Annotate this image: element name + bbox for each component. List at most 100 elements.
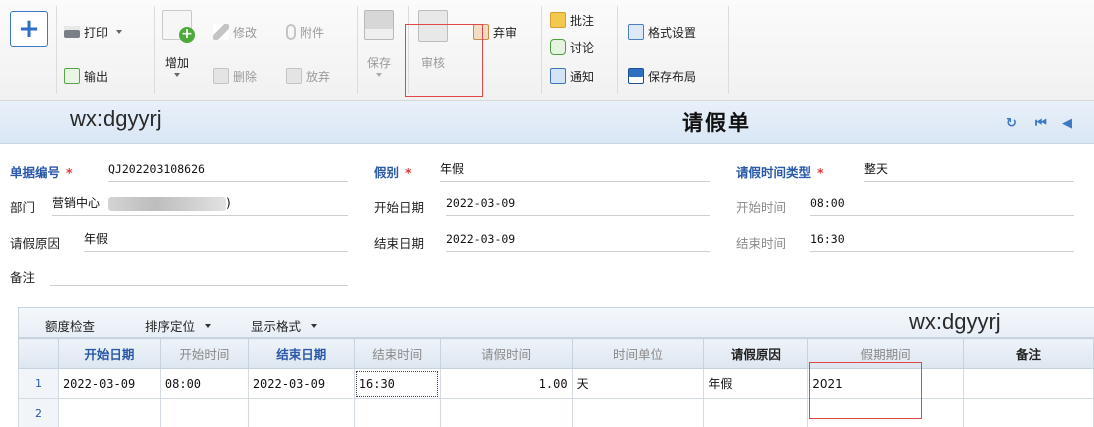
add-doc-icon: + <box>162 10 195 43</box>
chevron-down-icon <box>205 323 212 328</box>
column-header-end-date[interactable]: 结束日期 <box>247 338 355 369</box>
start-time-field[interactable]: 08:00 <box>810 194 1074 216</box>
time-type-field[interactable]: 整天 <box>864 160 1074 182</box>
cell-remark[interactable] <box>963 368 1094 399</box>
cell-end-time[interactable]: 16:30 <box>353 368 441 399</box>
pencil-icon <box>213 24 229 40</box>
save-layout-icon <box>628 68 644 84</box>
delete-button[interactable]: 删除 <box>213 66 257 86</box>
toolbar: + 打印 输出 + 增加 修改 附件 删除 放弃 保存 审核 弃审 批注 讨论 … <box>0 0 1094 101</box>
dept-label: 部门 <box>10 200 36 215</box>
start-date-label: 开始日期 <box>374 200 425 215</box>
quota-check-button[interactable]: 额度检查 <box>45 316 95 335</box>
discuss-icon <box>550 39 566 55</box>
end-date-field[interactable]: 2022-03-09 <box>446 230 710 252</box>
leave-type-label: 假别 * <box>374 165 412 180</box>
watermark-text: wx:dgyyrj <box>909 309 1001 334</box>
column-header-unit[interactable]: 时间单位 <box>571 338 705 369</box>
first-page-icon[interactable]: ⏮ <box>1035 116 1047 131</box>
start-time-label: 开始时间 <box>736 200 787 215</box>
cell-reason[interactable] <box>703 398 809 427</box>
title-bar <box>0 101 1094 144</box>
discuss-button[interactable]: 讨论 <box>550 37 594 57</box>
dept-field[interactable]: 营销中心) <box>52 194 348 216</box>
print-button[interactable]: 打印 <box>64 22 123 42</box>
row-number: 2 <box>18 398 59 427</box>
end-date-label: 结束日期 <box>374 236 425 251</box>
column-header-start-date[interactable]: 开始日期 <box>57 338 161 369</box>
remark-label: 备注 <box>10 270 36 285</box>
abandon-button[interactable]: 放弃 <box>286 66 330 86</box>
cell-end-date[interactable]: 2022-03-09 <box>247 368 355 399</box>
annotate-button[interactable]: 批注 <box>550 10 594 30</box>
cell-unit[interactable]: 天 <box>571 368 705 399</box>
add-button[interactable]: + 增加 <box>162 10 195 77</box>
toolbar-separator <box>154 6 155 94</box>
cell-reason[interactable]: 年假 <box>703 368 809 399</box>
floppy-disk-icon <box>364 10 394 40</box>
detail-grid: 开始日期 开始时间 结束日期 结束时间 请假时间 时间单位 请假原因 假期期间 … <box>18 338 1094 427</box>
redacted-region <box>108 196 227 211</box>
toolbar-separator <box>617 6 618 94</box>
chevron-down-icon <box>174 73 180 77</box>
reason-label: 请假原因 <box>10 236 61 251</box>
column-header-remark[interactable]: 备注 <box>963 338 1094 369</box>
leave-type-field[interactable]: 年假 <box>440 160 710 182</box>
start-date-field[interactable]: 2022-03-09 <box>446 194 710 216</box>
period-highlight-box <box>809 362 922 419</box>
save-button[interactable]: 保存 <box>364 10 394 77</box>
column-header-hours[interactable]: 请假时间 <box>439 338 573 369</box>
cell-start-time[interactable] <box>159 398 249 427</box>
end-time-field[interactable]: 16:30 <box>810 230 1074 252</box>
cell-unit[interactable] <box>571 398 705 427</box>
reason-field[interactable]: 年假 <box>84 230 348 252</box>
export-button[interactable]: 输出 <box>64 66 108 86</box>
attach-button[interactable]: 附件 <box>286 22 324 42</box>
column-header-start-time[interactable]: 开始时间 <box>159 338 249 369</box>
edit-button[interactable]: 修改 <box>213 22 257 42</box>
watermark-text: wx:dgyyrj <box>70 106 162 131</box>
add-new-button[interactable]: + <box>10 11 48 47</box>
chevron-down-icon <box>376 73 382 77</box>
format-settings-icon <box>628 24 644 40</box>
end-time-label: 结束时间 <box>736 236 787 251</box>
megaphone-icon <box>550 68 566 84</box>
export-icon <box>64 68 80 84</box>
grid-header-row: 开始日期 开始时间 结束日期 结束时间 请假时间 时间单位 请假原因 假期期间 … <box>18 338 1094 369</box>
table-row[interactable]: 2 <box>18 398 1094 427</box>
abandon-icon <box>286 68 302 84</box>
prev-page-icon[interactable]: ◀ <box>1062 116 1072 131</box>
column-header-reason[interactable]: 请假原因 <box>703 338 809 369</box>
save-layout-button[interactable]: 保存布局 <box>628 66 696 86</box>
sort-locate-button[interactable]: 排序定位 <box>145 316 212 335</box>
chevron-down-icon <box>116 30 123 34</box>
toolbar-separator <box>56 6 57 94</box>
column-header-end-time[interactable]: 结束时间 <box>353 338 441 369</box>
toolbar-separator <box>728 6 729 94</box>
time-type-label: 请假时间类型 * <box>736 165 824 180</box>
doc-no-field[interactable]: QJ202203108626 <box>108 160 348 182</box>
notify-button[interactable]: 通知 <box>550 66 594 86</box>
cell-start-time[interactable]: 08:00 <box>159 368 249 399</box>
toolbar-separator <box>357 6 358 94</box>
row-number: 1 <box>18 368 59 399</box>
cell-end-time[interactable] <box>353 398 441 427</box>
annotate-icon <box>550 12 566 28</box>
cell-remark[interactable] <box>963 398 1094 427</box>
cell-hours[interactable] <box>439 398 573 427</box>
format-settings-button[interactable]: 格式设置 <box>628 22 696 42</box>
cell-start-date[interactable] <box>57 398 161 427</box>
refresh-icon[interactable]: ↻ <box>1006 116 1017 131</box>
page-title: 请假单 <box>682 111 751 135</box>
add-icon: + <box>18 14 40 44</box>
paperclip-icon <box>286 24 296 40</box>
audit-highlight-box <box>405 24 483 97</box>
table-row[interactable]: 1 2022-03-09 08:00 2022-03-09 16:30 1.00… <box>18 368 1094 399</box>
cell-start-date[interactable]: 2022-03-09 <box>57 368 161 399</box>
display-format-button[interactable]: 显示格式 <box>251 316 318 335</box>
cell-end-date[interactable] <box>247 398 355 427</box>
doc-no-label: 单据编号 * <box>10 165 73 180</box>
chevron-down-icon <box>311 323 318 328</box>
cell-hours[interactable]: 1.00 <box>439 368 573 399</box>
remark-field[interactable] <box>50 264 348 286</box>
